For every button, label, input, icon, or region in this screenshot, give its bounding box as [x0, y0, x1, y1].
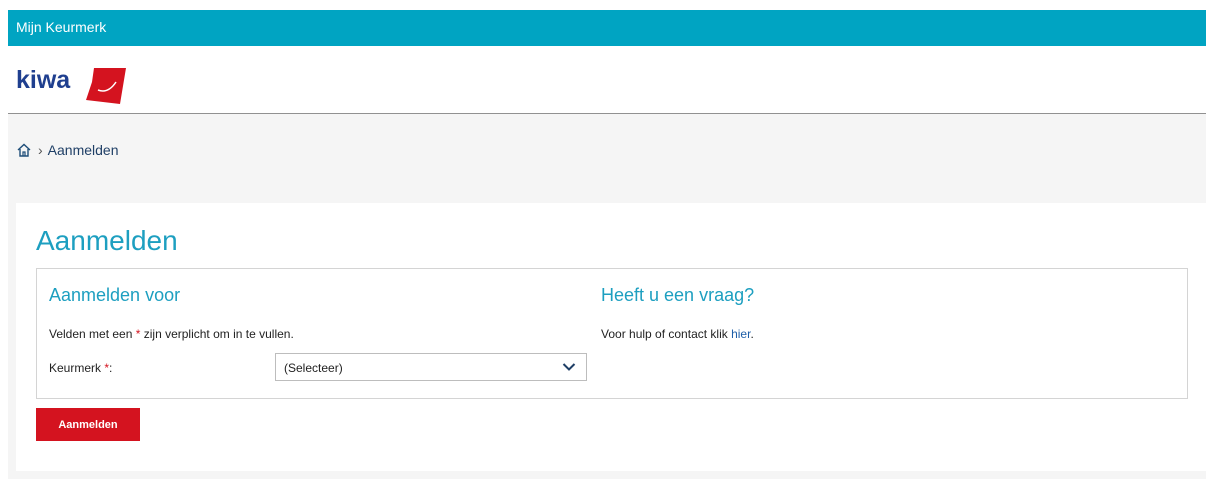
top-bar-title: Mijn Keurmerk [16, 19, 107, 35]
site-header: kiwa [8, 46, 1206, 114]
register-button[interactable]: Aanmelden [36, 408, 140, 441]
page-title: Aanmelden [36, 225, 178, 256]
help-text-prefix: Voor hulp of contact klik [601, 327, 732, 341]
section-title-register: Aanmelden voor [49, 285, 181, 305]
required-fields-note: Velden met een * zijn verplicht om in te… [49, 327, 294, 341]
kiwa-logo[interactable]: kiwa [16, 64, 126, 104]
note-suffix: zijn verplicht om in te vullen. [140, 327, 294, 341]
note-prefix: Velden met een [49, 327, 136, 341]
keurmerk-label-text: Keurmerk [49, 361, 105, 375]
content-card: Aanmelden Aanmelden voor Heeft u een vra… [16, 203, 1206, 471]
help-text-punct: . [750, 327, 754, 341]
help-text: Voor hulp of contact klik hier. [601, 327, 754, 341]
keurmerk-select-value: (Selecteer) [284, 361, 343, 375]
section-title-help: Heeft u een vraag? [601, 285, 755, 305]
top-bar: Mijn Keurmerk [8, 10, 1206, 46]
logo-text: kiwa [16, 66, 71, 94]
help-link[interactable]: hier [731, 327, 750, 341]
chevron-down-icon [562, 363, 576, 371]
keurmerk-label-colon: : [109, 361, 113, 375]
keurmerk-label: Keurmerk *: [49, 361, 112, 375]
breadcrumb-separator: › [38, 142, 43, 158]
breadcrumb-current: Aanmelden [47, 142, 119, 158]
home-icon[interactable] [16, 142, 32, 158]
breadcrumb: › Aanmelden [16, 140, 119, 160]
keurmerk-select[interactable]: (Selecteer) [275, 353, 587, 381]
registration-form-box: Aanmelden voor Heeft u een vraag? Velden… [36, 268, 1188, 399]
